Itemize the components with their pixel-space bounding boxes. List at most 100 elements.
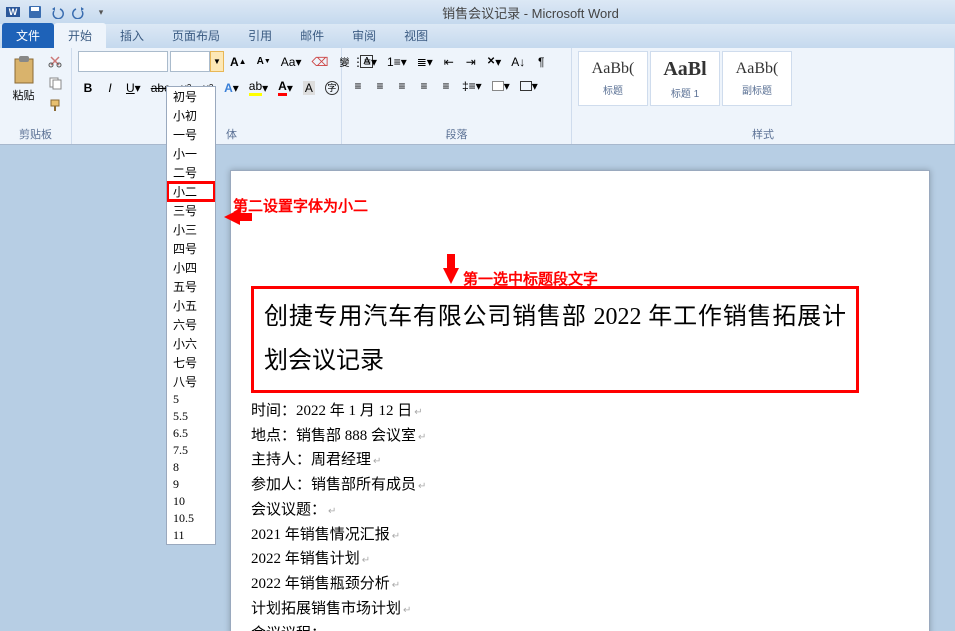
font-size-option[interactable]: 9	[167, 476, 215, 493]
paragraph-group-label: 段落	[342, 126, 571, 142]
format-painter-icon[interactable]	[45, 95, 65, 115]
enclose-char-button[interactable]: 字	[321, 77, 343, 98]
font-size-option[interactable]: 10.5	[167, 510, 215, 527]
font-size-option[interactable]: 小五	[167, 296, 215, 315]
grow-font-button[interactable]: A▲	[226, 51, 251, 72]
font-size-option[interactable]: 八号	[167, 372, 215, 391]
document-line[interactable]: 会议议题：	[251, 498, 859, 523]
style-subtitle-name: 副标题	[742, 82, 772, 97]
style-title-name: 标题	[603, 82, 623, 97]
tab-mailings[interactable]: 邮件	[286, 23, 338, 48]
font-size-input[interactable]	[170, 51, 210, 72]
font-size-option[interactable]: 小一	[167, 144, 215, 163]
style-subtitle[interactable]: AaBb( 副标题	[722, 51, 792, 106]
font-size-option[interactable]: 5	[167, 391, 215, 408]
highlight-color-button[interactable]: ab▾	[245, 77, 272, 98]
document-line[interactable]: 2021 年销售情况汇报	[251, 523, 859, 548]
distribute-button[interactable]: ≡	[436, 75, 456, 96]
font-size-option[interactable]: 11	[167, 527, 215, 544]
document-line[interactable]: 会议议程：	[251, 622, 859, 631]
multilevel-list-button[interactable]: ≣▾	[413, 51, 437, 72]
document-line[interactable]: 计划拓展销售市场计划	[251, 597, 859, 622]
paste-button[interactable]: 粘贴	[6, 51, 41, 106]
underline-button[interactable]: U▾	[122, 77, 145, 98]
show-marks-button[interactable]: ¶	[531, 51, 551, 72]
document-line[interactable]: 2022 年销售瓶颈分析	[251, 572, 859, 597]
document-line[interactable]: 地点：销售部 888 会议室	[251, 424, 859, 449]
font-size-option[interactable]: 小三	[167, 220, 215, 239]
sort-button[interactable]: A↓	[507, 51, 529, 72]
qat-customize-icon[interactable]: ▾	[92, 3, 110, 21]
font-size-option[interactable]: 10	[167, 493, 215, 510]
style-subtitle-preview: AaBb(	[736, 60, 779, 78]
align-center-button[interactable]: ≡	[370, 75, 390, 96]
clear-formatting-button[interactable]: ⌫	[307, 51, 332, 72]
style-heading1-preview: AaBl	[663, 58, 706, 81]
align-right-button[interactable]: ≡	[392, 75, 412, 96]
undo-icon[interactable]	[48, 3, 66, 21]
tab-review[interactable]: 审阅	[338, 23, 390, 48]
shrink-font-button[interactable]: A▼	[253, 51, 275, 72]
document-page[interactable]: 创捷专用汽车有限公司销售部 2022 年工作销售拓展计划会议记录 时间：2022…	[230, 170, 930, 631]
font-size-option[interactable]: 六号	[167, 315, 215, 334]
text-effects-button[interactable]: A▾	[220, 77, 243, 98]
tab-home[interactable]: 开始	[54, 23, 106, 48]
style-title-preview: AaBb(	[592, 60, 635, 78]
font-size-option[interactable]: 四号	[167, 239, 215, 258]
cut-icon[interactable]	[45, 51, 65, 71]
font-size-option[interactable]: 二号	[167, 163, 215, 182]
font-size-option[interactable]: 小初	[167, 106, 215, 125]
document-line[interactable]: 参加人：销售部所有成员	[251, 473, 859, 498]
save-icon[interactable]	[26, 3, 44, 21]
font-size-option[interactable]: 小二	[167, 182, 215, 201]
font-size-option[interactable]: 7.5	[167, 442, 215, 459]
font-size-option[interactable]: 七号	[167, 353, 215, 372]
font-size-option[interactable]: 一号	[167, 125, 215, 144]
document-title-selection[interactable]: 创捷专用汽车有限公司销售部 2022 年工作销售拓展计划会议记录	[251, 286, 859, 393]
font-size-dropdown[interactable]: 初号小初一号小一二号小二三号小三四号小四五号小五六号小六七号八号55.56.57…	[166, 86, 216, 545]
tab-insert[interactable]: 插入	[106, 23, 158, 48]
tab-view[interactable]: 视图	[390, 23, 442, 48]
font-size-option[interactable]: 8	[167, 459, 215, 476]
document-line[interactable]: 主持人：周君经理	[251, 448, 859, 473]
document-title[interactable]: 创捷专用汽车有限公司销售部 2022 年工作销售拓展计划会议记录	[264, 295, 846, 384]
increase-indent-button[interactable]: ⇥	[461, 51, 481, 72]
file-tab[interactable]: 文件	[2, 23, 54, 48]
font-size-option[interactable]: 小六	[167, 334, 215, 353]
annotation-1: 第二设置字体为小二	[233, 195, 368, 216]
style-heading1[interactable]: AaBl 标题 1	[650, 51, 720, 106]
font-size-dropdown-button[interactable]: ▼	[210, 51, 224, 72]
clipboard-group-label: 剪贴板	[0, 126, 71, 142]
copy-icon[interactable]	[45, 73, 65, 93]
font-name-input[interactable]	[78, 51, 168, 72]
font-color-button[interactable]: A▾	[274, 77, 297, 98]
tab-pagelayout[interactable]: 页面布局	[158, 23, 234, 48]
bullets-button[interactable]: ⋮≡▾	[348, 51, 381, 72]
line-spacing-button[interactable]: ‡≡▾	[458, 75, 486, 96]
font-size-option[interactable]: 初号	[167, 87, 215, 106]
style-title[interactable]: AaBb( 标题	[578, 51, 648, 106]
document-line[interactable]: 2022 年销售计划	[251, 547, 859, 572]
font-size-option[interactable]: 5.5	[167, 408, 215, 425]
tab-references[interactable]: 引用	[234, 23, 286, 48]
char-shading-button[interactable]: A	[299, 77, 319, 98]
window-title: 销售会议记录 - Microsoft Word	[110, 3, 951, 22]
borders-button[interactable]: ▾	[516, 75, 542, 96]
change-case-button[interactable]: Aa▾	[277, 51, 306, 72]
font-size-option[interactable]: 小四	[167, 258, 215, 277]
annotation-1-arrow	[224, 209, 240, 225]
bold-button[interactable]: B	[78, 77, 98, 98]
italic-button[interactable]: I	[100, 77, 120, 98]
align-left-button[interactable]: ≡	[348, 75, 368, 96]
font-size-option[interactable]: 五号	[167, 277, 215, 296]
shading-button[interactable]: ▾	[488, 75, 514, 96]
numbering-button[interactable]: 1≡▾	[383, 51, 411, 72]
justify-button[interactable]: ≡	[414, 75, 434, 96]
redo-icon[interactable]	[70, 3, 88, 21]
document-line[interactable]: 时间：2022 年 1 月 12 日	[251, 399, 859, 424]
font-size-option[interactable]: 6.5	[167, 425, 215, 442]
word-app-icon[interactable]: W	[4, 3, 22, 21]
decrease-indent-button[interactable]: ⇤	[439, 51, 459, 72]
font-size-option[interactable]: 三号	[167, 201, 215, 220]
asian-layout-button[interactable]: ✕▾	[483, 51, 505, 72]
